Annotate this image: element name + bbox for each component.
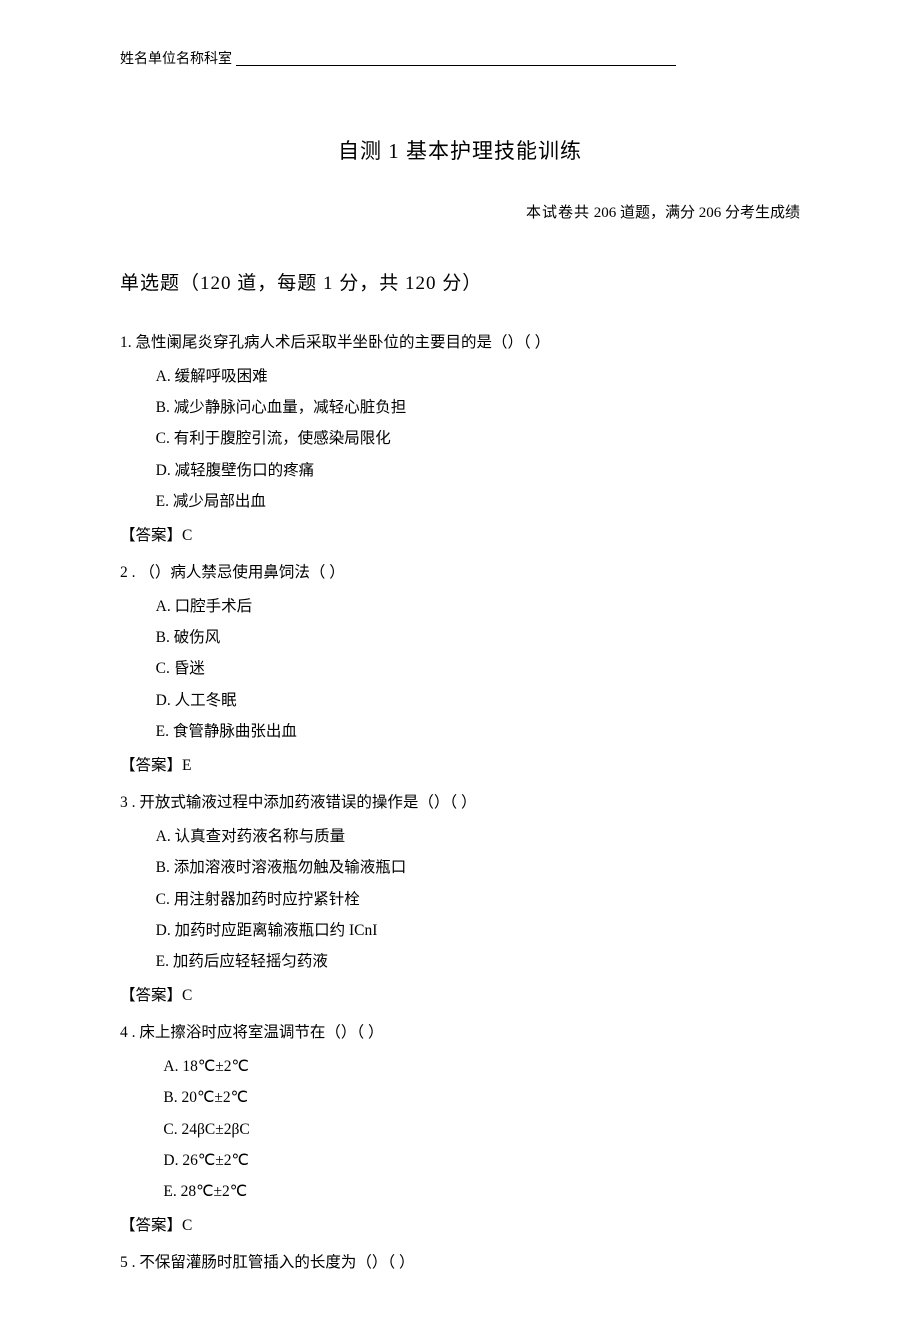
answer-value: E: [182, 757, 191, 774]
question-text: 急性阑尾炎穿孔病人术后采取半坐卧位的主要目的是（）（ ）: [136, 334, 551, 351]
section-heading: 单选题（120 道，每题 1 分，共 120 分）: [120, 266, 800, 302]
option-d: D. 加药时应距离输液瓶口约 ICnI: [156, 916, 800, 945]
header-underline: [236, 51, 676, 66]
option-c: C. 用注射器加药时应拧紧针栓: [156, 885, 800, 914]
question-number: 4 .: [120, 1024, 136, 1041]
option-e: E. 28℃±2℃: [163, 1177, 800, 1206]
option-d: D. 26℃±2℃: [163, 1146, 800, 1175]
option-d: D. 人工冬眠: [156, 686, 800, 715]
answer-value: C: [182, 527, 192, 544]
option-d: D. 减轻腹壁伤口的疼痛: [156, 456, 800, 485]
question-number: 5 .: [120, 1254, 136, 1271]
option-a: A. 认真查对药液名称与质量: [156, 822, 800, 851]
answer-line: 【答案】E: [120, 751, 800, 780]
question-block: 1. 急性阑尾炎穿孔病人术后采取半坐卧位的主要目的是（）（ ） A. 缓解呼吸困…: [120, 328, 800, 517]
option-a: A. 缓解呼吸困难: [156, 362, 800, 391]
question-block: 2 . （）病人禁忌使用鼻饲法（ ） A. 口腔手术后 B. 破伤风 C. 昏迷…: [120, 558, 800, 747]
option-a: A. 18℃±2℃: [163, 1052, 800, 1081]
question-options: A. 认真查对药液名称与质量 B. 添加溶液时溶液瓶勿触及输液瓶口 C. 用注射…: [120, 822, 800, 977]
answer-value: C: [182, 1217, 192, 1234]
question-text: （）病人禁忌使用鼻饲法（ ）: [139, 564, 344, 581]
option-c: C. 24βC±2βC: [163, 1115, 800, 1144]
document-title: 自测 1 基本护理技能训练: [120, 132, 800, 172]
question-number: 2 .: [120, 564, 136, 581]
answer-label: 【答案】: [120, 1217, 182, 1234]
question-stem: 4 . 床上擦浴时应将室温调节在（）（ ）: [120, 1018, 800, 1047]
document-page: 姓名单位名称科室 自测 1 基本护理技能训练 本试卷共 206 道题，满分 20…: [0, 0, 920, 1322]
question-options: A. 口腔手术后 B. 破伤风 C. 昏迷 D. 人工冬眠 E. 食管静脉曲张出…: [120, 592, 800, 747]
question-number: 3 .: [120, 794, 136, 811]
question-number: 1.: [120, 334, 132, 351]
option-b: B. 减少静脉问心血量，减轻心脏负担: [156, 393, 800, 422]
answer-value: C: [182, 987, 192, 1004]
option-b: B. 破伤风: [156, 623, 800, 652]
subtitle-full-score: 206: [699, 205, 722, 221]
header-line: 姓名单位名称科室: [120, 47, 800, 74]
option-b: B. 20℃±2℃: [163, 1083, 800, 1112]
question-options: A. 18℃±2℃ B. 20℃±2℃ C. 24βC±2βC D. 26℃±2…: [120, 1052, 800, 1207]
option-b: B. 添加溶液时溶液瓶勿触及输液瓶口: [156, 853, 800, 882]
question-stem: 1. 急性阑尾炎穿孔病人术后采取半坐卧位的主要目的是（）（ ）: [120, 328, 800, 357]
subtitle-question-count: 206: [594, 205, 617, 221]
question-block: 5 . 不保留灌肠时肛管插入的长度为（）（ ）: [120, 1248, 800, 1277]
option-e: E. 食管静脉曲张出血: [156, 717, 800, 746]
question-stem: 2 . （）病人禁忌使用鼻饲法（ ）: [120, 558, 800, 587]
answer-label: 【答案】: [120, 757, 182, 774]
option-e: E. 减少局部出血: [156, 487, 800, 516]
question-block: 3 . 开放式输液过程中添加药液错误的操作是（）（ ） A. 认真查对药液名称与…: [120, 788, 800, 977]
option-e: E. 加药后应轻轻摇匀药液: [156, 947, 800, 976]
option-a: A. 口腔手术后: [156, 592, 800, 621]
answer-line: 【答案】C: [120, 981, 800, 1010]
question-stem: 3 . 开放式输液过程中添加药液错误的操作是（）（ ）: [120, 788, 800, 817]
question-block: 4 . 床上擦浴时应将室温调节在（）（ ） A. 18℃±2℃ B. 20℃±2…: [120, 1018, 800, 1207]
subtitle-mid2: 分考生成绩: [725, 205, 800, 221]
answer-label: 【答案】: [120, 987, 182, 1004]
subtitle-prefix: 本试卷共: [526, 205, 590, 221]
question-text: 不保留灌肠时肛管插入的长度为（）（ ）: [139, 1254, 414, 1271]
option-c: C. 有利于腹腔引流，使感染局限化: [156, 424, 800, 453]
subtitle-mid1: 道题，满分: [620, 205, 695, 221]
question-text: 开放式输液过程中添加药液错误的操作是（）（ ）: [139, 794, 476, 811]
answer-line: 【答案】C: [120, 1211, 800, 1240]
option-c: C. 昏迷: [156, 654, 800, 683]
header-label: 姓名单位名称科室: [120, 52, 232, 67]
question-options: A. 缓解呼吸困难 B. 减少静脉问心血量，减轻心脏负担 C. 有利于腹腔引流，…: [120, 362, 800, 517]
answer-label: 【答案】: [120, 527, 182, 544]
question-text: 床上擦浴时应将室温调节在（）（ ）: [139, 1024, 383, 1041]
question-stem: 5 . 不保留灌肠时肛管插入的长度为（）（ ）: [120, 1248, 800, 1277]
document-subtitle: 本试卷共 206 道题，满分 206 分考生成绩: [120, 199, 800, 228]
answer-line: 【答案】C: [120, 521, 800, 550]
